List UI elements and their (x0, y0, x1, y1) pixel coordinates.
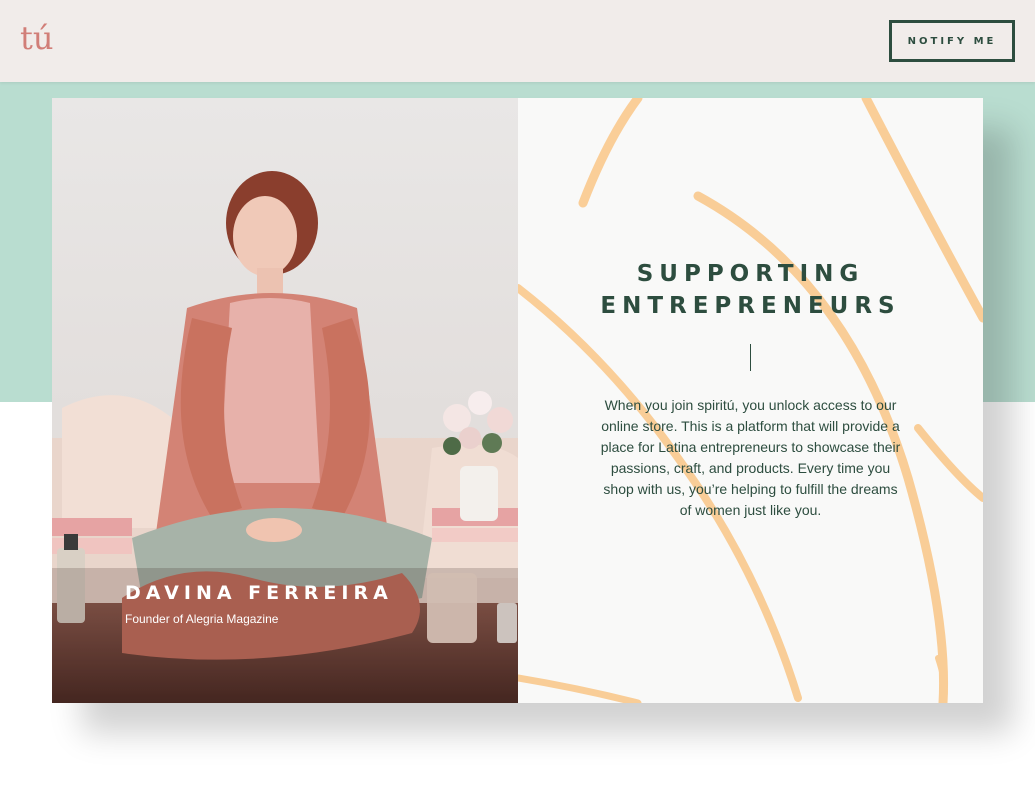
founder-photo: DAVINA FERREIRA Founder of Alegria Magaz… (52, 98, 518, 703)
heading-line-2: ENTREPRENEURS (600, 293, 901, 319)
vertical-divider (750, 344, 751, 371)
section-body-text: When you join spiritú, you unlock access… (600, 397, 901, 518)
founder-photo-illustration (52, 98, 518, 703)
supporting-entrepreneurs-panel: SUPPORTING ENTREPRENEURS When you join s… (518, 98, 983, 703)
photo-name-label: DAVINA FERREIRA (125, 582, 393, 604)
heading-line-1: SUPPORTING (636, 261, 865, 287)
brand-logo[interactable]: tú (20, 22, 53, 54)
section-heading: SUPPORTING ENTREPRENEURS (518, 258, 983, 322)
site-header: tú NOTIFY ME (0, 0, 1035, 82)
feature-card: DAVINA FERREIRA Founder of Alegria Magaz… (52, 98, 983, 703)
photo-caption: Founder of Alegria Magazine (125, 612, 279, 626)
notify-me-button[interactable]: NOTIFY ME (889, 20, 1015, 62)
